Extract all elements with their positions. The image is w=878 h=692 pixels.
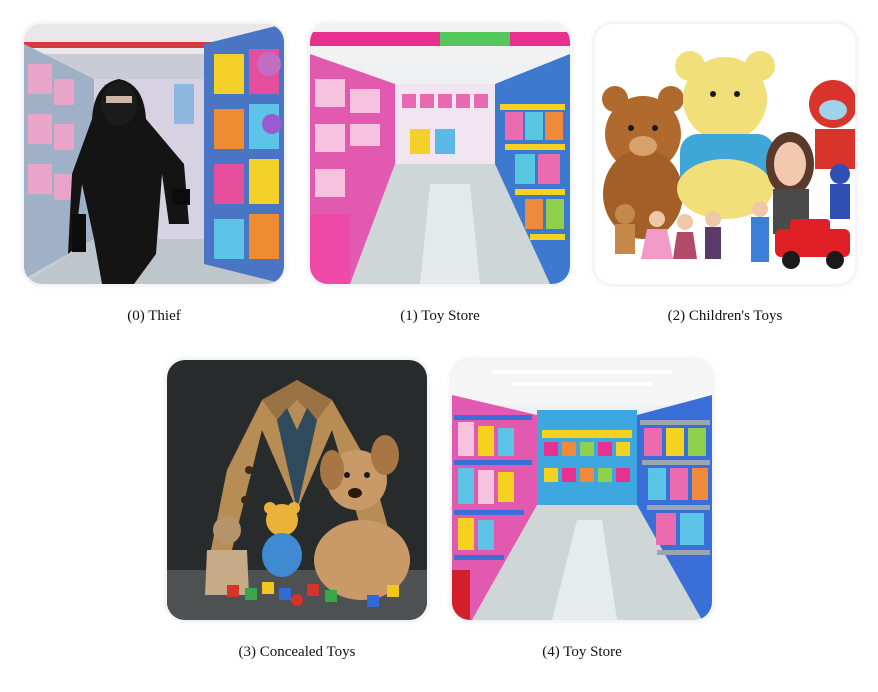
childrens-toys-illustration <box>595 24 855 284</box>
caption-thief: (0) Thief <box>127 308 181 324</box>
caption-concealed-toys: (3) Concealed Toys <box>238 644 356 660</box>
image-thief[interactable] <box>24 24 284 284</box>
image-childrens-toys[interactable] <box>595 24 855 284</box>
thief-illustration <box>24 24 284 284</box>
image-toy-store-2[interactable] <box>452 360 712 620</box>
caption-toy-store-2: (4) Toy Store <box>542 644 622 660</box>
image-toy-store[interactable] <box>310 24 570 284</box>
toy-store-aisle-illustration <box>310 24 570 284</box>
caption-childrens-toys: (2) Children's Toys <box>667 308 783 324</box>
toy-store-aisle-wide-illustration <box>452 360 712 620</box>
concealed-toys-illustration <box>167 360 427 620</box>
caption-toy-store: (1) Toy Store <box>400 308 480 324</box>
image-grid: (0) Thief (1) Toy Store (2) Children's T… <box>0 0 878 692</box>
image-concealed-toys[interactable] <box>167 360 427 620</box>
